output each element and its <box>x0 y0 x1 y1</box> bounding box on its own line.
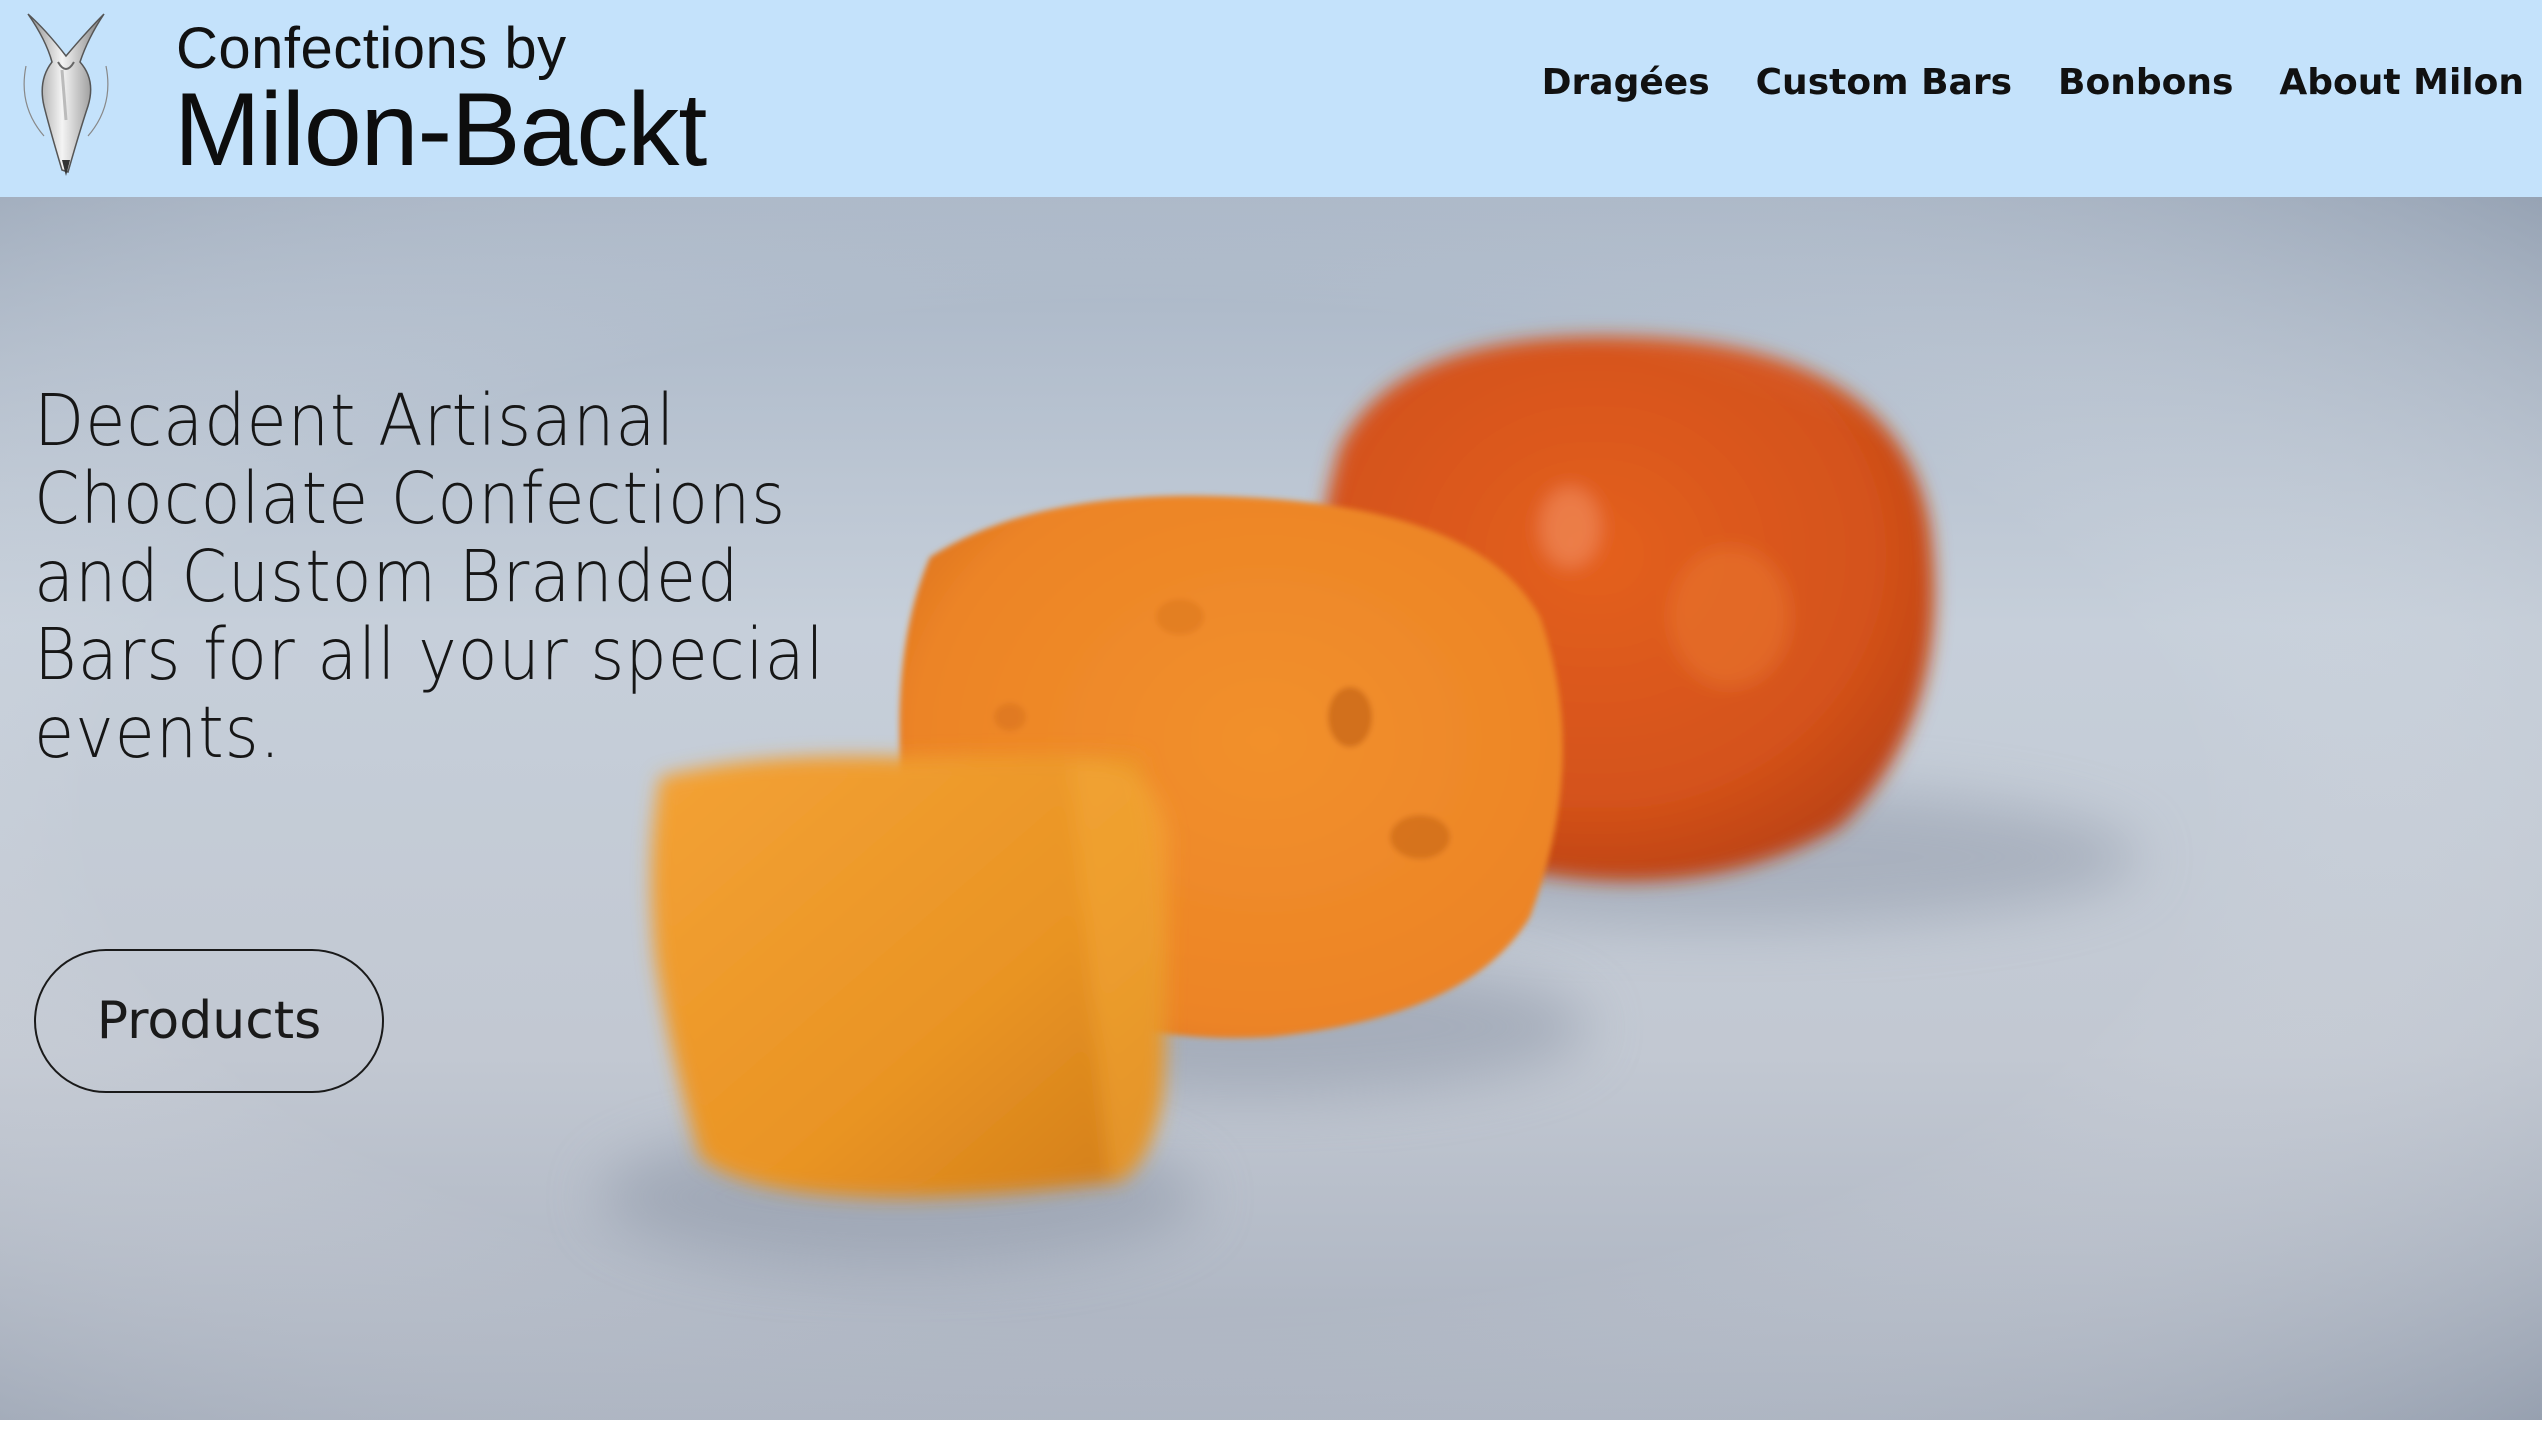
main-nav: Dragées Custom Bars Bonbons About Milon <box>1542 62 2524 103</box>
hero-section: Decadent Artisanal Chocolate Confections… <box>0 197 2542 1420</box>
page-bottom-edge <box>0 1420 2542 1430</box>
brand-name[interactable]: Milon-Backt <box>174 70 707 190</box>
nav-item-bonbons[interactable]: Bonbons <box>2058 62 2233 103</box>
site-header: Confections by Milon-Backt Dragées Custo… <box>0 0 2542 197</box>
nav-item-custom-bars[interactable]: Custom Bars <box>1756 62 2012 103</box>
hero-headline: Decadent Artisanal Chocolate Confections… <box>34 379 825 774</box>
nav-item-about-milon[interactable]: About Milon <box>2279 62 2524 103</box>
piping-bag-icon[interactable] <box>18 10 114 178</box>
nav-item-dragees[interactable]: Dragées <box>1542 62 1710 103</box>
products-button[interactable]: Products <box>34 949 384 1093</box>
